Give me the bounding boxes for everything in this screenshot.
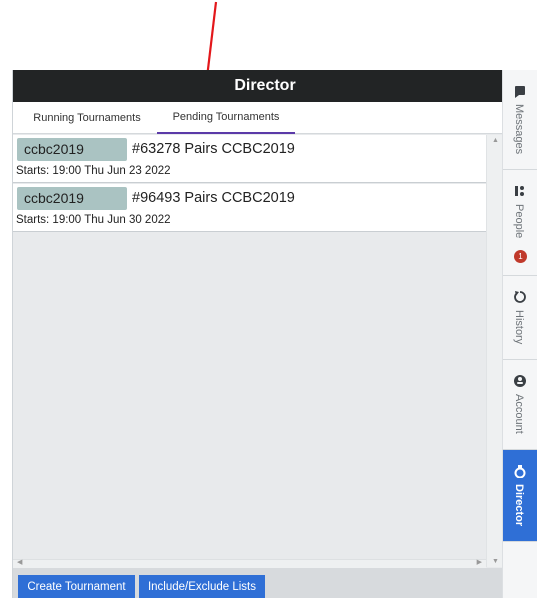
tab-pending-tournaments[interactable]: Pending Tournaments [157,102,295,134]
side-tab-label: History [513,310,525,345]
side-tab-label: Messages [513,104,525,155]
tab-bar: Running Tournaments Pending Tournaments [13,102,503,134]
director-window: Director Running Tournaments Pending Tou… [12,70,503,598]
account-icon [514,375,526,387]
messages-icon [515,86,525,98]
side-tab-label: Director [513,484,525,527]
people-icon [515,186,524,196]
vertical-scrollbar[interactable]: ▲ ▼ [486,135,503,567]
side-tab-people[interactable]: People 1 [503,170,537,276]
side-tab-account[interactable]: Account [503,360,537,450]
side-tab-director[interactable]: Director [503,450,537,542]
history-icon [514,291,526,303]
scroll-down-icon[interactable]: ▼ [491,558,500,565]
scroll-left-icon[interactable]: ◀ [17,558,22,566]
tab-running-tournaments[interactable]: Running Tournaments [17,102,157,134]
tournament-code: ccbc2019 [17,138,127,161]
tournament-name: #96493 Pairs CCBC2019 [132,190,295,206]
tournament-start-time: Starts: 19:00 Thu Jun 23 2022 [16,165,171,177]
scroll-right-icon[interactable]: ▶ [477,558,482,566]
side-tab-messages[interactable]: Messages [503,70,537,170]
include-exclude-lists-button[interactable]: Include/Exclude Lists [139,575,265,598]
director-icon [514,465,526,478]
side-tab-bar: Messages People 1 History Account Direct… [502,70,537,598]
side-tab-label: Account [513,394,525,434]
tournament-start-time: Starts: 19:00 Thu Jun 30 2022 [16,214,171,226]
side-tab-label: People [513,204,525,239]
tournament-row[interactable]: ccbc2019 #63278 Pairs CCBC2019 Starts: 1… [13,135,486,183]
tournament-row[interactable]: ccbc2019 #96493 Pairs CCBC2019 Starts: 1… [13,184,486,232]
window-title: Director [13,70,503,102]
notification-badge: 1 [514,250,527,263]
tournament-list: ccbc2019 #63278 Pairs CCBC2019 Starts: 1… [13,135,486,567]
scroll-up-icon[interactable]: ▲ [491,137,500,144]
bottom-toolbar: Create Tournament Include/Exclude Lists [13,568,503,598]
tournament-name: #63278 Pairs CCBC2019 [132,141,295,157]
side-tab-history[interactable]: History [503,276,537,360]
horizontal-scrollbar[interactable]: ◀ ▶ [13,559,486,568]
tournament-code: ccbc2019 [17,187,127,210]
create-tournament-button[interactable]: Create Tournament [18,575,135,598]
